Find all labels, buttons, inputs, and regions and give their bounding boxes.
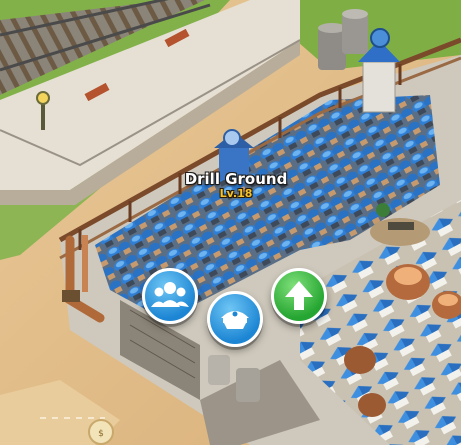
pipe-valve bbox=[62, 290, 80, 302]
world-map[interactable]: $ bbox=[0, 0, 461, 445]
soldiers-group-icon bbox=[151, 282, 189, 307]
watch-tower bbox=[362, 61, 396, 113]
radar-dish bbox=[370, 28, 390, 48]
command-tower bbox=[219, 145, 249, 180]
radar-dish bbox=[223, 129, 241, 147]
storage-tank bbox=[342, 14, 368, 54]
officer-cap-icon bbox=[221, 311, 249, 329]
upgrade-button[interactable] bbox=[271, 268, 327, 324]
gate-tank bbox=[236, 368, 260, 402]
lamp-light bbox=[36, 91, 50, 105]
gate-tank bbox=[208, 355, 230, 385]
officer-button[interactable] bbox=[207, 291, 263, 347]
troops-button[interactable] bbox=[142, 268, 198, 324]
svg-text:$: $ bbox=[98, 429, 104, 439]
storage-tank bbox=[318, 28, 346, 70]
up-arrow-icon bbox=[285, 281, 313, 310]
game-scene[interactable]: $ Drill Ground Lv.18 bbox=[0, 0, 461, 445]
